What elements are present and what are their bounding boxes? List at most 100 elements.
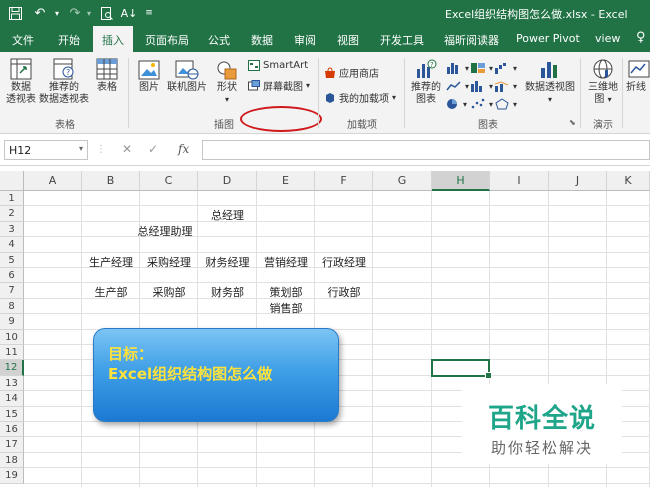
redo-icon[interactable]: ↷	[66, 4, 84, 22]
customize-quick-access-icon[interactable]: ≡	[144, 4, 154, 22]
row-header-18[interactable]: 18	[0, 452, 24, 469]
column-header-b[interactable]: B	[82, 171, 140, 191]
cell-e7[interactable]: 策划部	[257, 284, 315, 300]
print-preview-icon[interactable]	[98, 4, 116, 22]
tab-page-layout[interactable]: 页面布局	[145, 32, 189, 48]
row-header-6[interactable]: 6	[0, 268, 24, 284]
cell-d7[interactable]: 财务部	[198, 284, 257, 300]
column-header-a[interactable]: A	[24, 171, 82, 191]
name-box[interactable]: H12 ▾	[4, 140, 88, 160]
cell-c7[interactable]: 采购部	[140, 284, 198, 300]
column-header-h[interactable]: H	[432, 171, 490, 191]
statistic-chart-button[interactable]: ▾	[470, 80, 493, 92]
table-button[interactable]: 表格	[92, 58, 122, 94]
enter-icon[interactable]: ✓	[148, 142, 158, 156]
column-header-k[interactable]: K	[607, 171, 650, 191]
row-header-5[interactable]: 5	[0, 252, 24, 268]
radar-chart-button[interactable]: ▾	[494, 98, 517, 110]
column-header-i[interactable]: I	[490, 171, 549, 191]
tab-file[interactable]: 文件	[12, 32, 34, 48]
waterfall-chart-button[interactable]: ▾	[494, 62, 517, 74]
tab-review[interactable]: 审阅	[294, 32, 316, 48]
charts-dialog-launcher-icon[interactable]: ⬊	[569, 118, 576, 127]
shapes-button[interactable]: 形状 ▾	[212, 60, 242, 106]
formula-input[interactable]	[202, 140, 650, 160]
hierarchy-chart-button[interactable]: ▾	[470, 62, 493, 74]
row-header-13[interactable]: 13	[0, 375, 24, 392]
column-header-d[interactable]: D	[198, 171, 257, 191]
row-header-4[interactable]: 4	[0, 237, 24, 253]
row-header-1[interactable]: 1	[0, 191, 24, 207]
cell-c5[interactable]: 采购经理	[140, 254, 198, 270]
pivot-chart-button[interactable]: 数据透视图 ▾	[524, 58, 576, 106]
row-header-19[interactable]: 19	[0, 468, 24, 484]
row-header-2[interactable]: 2	[0, 206, 24, 222]
group-separator	[128, 58, 129, 128]
column-header-c[interactable]: C	[140, 171, 198, 191]
row-header-8[interactable]: 8	[0, 298, 24, 315]
smartart-button[interactable]: SmartArt	[248, 60, 308, 71]
column-header-g[interactable]: G	[373, 171, 432, 191]
select-all-corner[interactable]	[0, 171, 24, 191]
row-header-17[interactable]: 17	[0, 437, 24, 453]
tab-insert[interactable]: 插入	[93, 26, 133, 53]
tab-formulas[interactable]: 公式	[208, 32, 230, 48]
goal-callout-box[interactable]: 目标： Excel组织结构图怎么做	[93, 328, 339, 422]
row-header-14[interactable]: 14	[0, 391, 24, 407]
column-header-f[interactable]: F	[315, 171, 373, 191]
row-header-16[interactable]: 16	[0, 422, 24, 438]
picture-button[interactable]: 图片	[134, 60, 164, 94]
sparkline-line-button[interactable]: 折线	[626, 58, 650, 94]
tab-home[interactable]: 开始	[58, 32, 80, 48]
row-header-9[interactable]: 9	[0, 314, 24, 330]
pie-chart-button[interactable]: ▾	[446, 98, 467, 110]
cell-b7[interactable]: 生产部	[82, 284, 140, 300]
tab-developer[interactable]: 开发工具	[380, 32, 424, 48]
tab-data[interactable]: 数据	[251, 32, 273, 48]
cell-f7[interactable]: 行政部	[315, 284, 373, 300]
pivot-table-button[interactable]: 数据 透视表	[4, 58, 38, 106]
row-header-3[interactable]: 3	[0, 221, 24, 238]
tab-view[interactable]: 视图	[337, 32, 359, 48]
row-header-12[interactable]: 12	[0, 360, 24, 376]
save-icon[interactable]	[6, 4, 24, 22]
name-box-dropdown-icon[interactable]: ▾	[79, 144, 83, 153]
line-chart-button[interactable]: ▾	[446, 80, 469, 92]
cell-f5[interactable]: 行政经理	[315, 254, 373, 270]
recommended-pivot-button[interactable]: ? 推荐的 数据透视表	[38, 58, 90, 106]
cell-e5[interactable]: 营销经理	[257, 254, 315, 270]
tab-foxit-reader[interactable]: 福昕阅读器	[444, 32, 499, 48]
cell-d5[interactable]: 财务经理	[198, 254, 257, 270]
tell-me-lightbulb-icon[interactable]: ♀	[636, 30, 646, 45]
my-addins-button[interactable]: 我的加载项 ▾	[324, 90, 396, 105]
excel-window: ↶ ▾ ↷ ▾ A↓ ≡ Excel组织结构图怎么做.xlsx - Excel …	[0, 0, 650, 487]
tab-view-extra[interactable]: view	[595, 32, 620, 45]
sort-ascending-icon[interactable]: A↓	[120, 4, 138, 22]
undo-dropdown-icon[interactable]: ▾	[52, 4, 62, 22]
screenshot-button[interactable]: 屏幕截图 ▾	[248, 78, 310, 93]
column-chart-button[interactable]: ▾	[446, 62, 469, 74]
tab-power-pivot[interactable]: Power Pivot	[516, 32, 580, 45]
active-cell-selection[interactable]	[431, 359, 492, 380]
cell-e8[interactable]: 销售部	[257, 300, 315, 316]
row-header-10[interactable]: 10	[0, 329, 24, 345]
column-chart-dropdown-icon: ▾	[465, 63, 470, 73]
cancel-icon[interactable]: ✕	[122, 142, 132, 156]
online-picture-button[interactable]: 联机图片	[166, 60, 208, 94]
cell-b5[interactable]: 生产经理	[82, 254, 140, 270]
column-header-j[interactable]: J	[549, 171, 607, 191]
row-header-15[interactable]: 15	[0, 406, 24, 422]
row-header-11[interactable]: 11	[0, 345, 24, 361]
scatter-chart-button[interactable]: ▾	[470, 98, 493, 110]
row-header-7[interactable]: 7	[0, 283, 24, 299]
combo-chart-button[interactable]: ▾	[494, 80, 517, 92]
redo-dropdown-icon[interactable]: ▾	[84, 4, 94, 22]
cell-d2[interactable]: 总经理	[198, 207, 257, 223]
undo-icon[interactable]: ↶	[30, 4, 50, 22]
recommended-charts-button[interactable]: ? 推荐的 图表	[408, 58, 444, 106]
store-button[interactable]: 应用商店	[324, 65, 379, 80]
column-header-e[interactable]: E	[257, 171, 315, 191]
insert-function-icon[interactable]: fx	[178, 142, 189, 156]
cell-c3[interactable]: 总经理助理	[136, 223, 194, 239]
map-3d-button[interactable]: 三维地 图 ▾	[584, 58, 622, 106]
